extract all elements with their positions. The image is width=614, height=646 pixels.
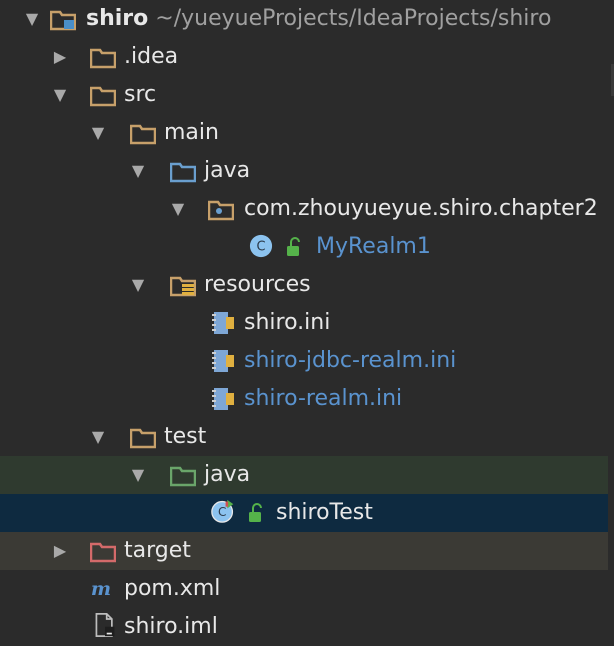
folder-icon — [90, 48, 116, 69]
test-source-folder-icon — [170, 466, 196, 487]
test-class-icon: C — [211, 499, 234, 523]
lock-open-icon — [249, 503, 262, 522]
svg-text:m: m — [91, 578, 111, 600]
myrealm-label: MyRealm1 — [316, 234, 431, 259]
ini-file-icon — [212, 388, 234, 410]
lock-open-icon — [287, 237, 300, 256]
test-label: test — [164, 424, 207, 449]
tree-row-shiro-jdbc-ini[interactable]: shiro-jdbc-realm.ini — [0, 342, 614, 380]
iml-file-icon — [95, 613, 115, 637]
tree-row-pom[interactable]: m pom.xml — [0, 570, 614, 608]
test-java-label: java — [204, 462, 251, 487]
package-label: com.zhouyueyue.shiro.chapter2 — [244, 196, 598, 221]
resources-folder-icon — [170, 276, 196, 297]
tree-row-shirotest[interactable]: C shiroTest — [0, 494, 614, 532]
tree-row-main[interactable]: ▼ main — [0, 114, 614, 152]
iml-label: shiro.iml — [124, 614, 218, 639]
ini-file-icon — [212, 350, 234, 372]
package-icon — [208, 200, 234, 221]
project-tree: ▼ shiro ~/yueyueProjects/IdeaProjects/sh… — [0, 0, 614, 646]
collapse-arrow-icon[interactable]: ▶ — [50, 38, 70, 76]
scrollbar-track[interactable] — [608, 0, 614, 646]
svg-text:C: C — [256, 240, 265, 255]
shiro-jdbc-ini-label: shiro-jdbc-realm.ini — [244, 348, 457, 373]
tree-row-test[interactable]: ▼ test — [0, 418, 614, 456]
expand-arrow-icon[interactable]: ▼ — [22, 0, 42, 38]
expand-arrow-icon[interactable]: ▼ — [168, 190, 188, 228]
tree-row-test-java[interactable]: ▼ java — [0, 456, 614, 494]
source-folder-icon — [170, 162, 196, 183]
class-icon: C — [249, 234, 273, 258]
expand-arrow-icon[interactable]: ▼ — [88, 418, 108, 456]
tree-row-package[interactable]: ▼ com.zhouyueyue.shiro.chapter2 — [0, 190, 614, 228]
maven-icon: m — [91, 578, 111, 600]
project-path: ~/yueyueProjects/IdeaProjects/shiro — [155, 6, 552, 31]
target-label: target — [124, 538, 191, 563]
collapse-arrow-icon[interactable]: ▶ — [50, 532, 70, 570]
pom-label: pom.xml — [124, 576, 221, 601]
tree-row-shiro-ini[interactable]: shiro.ini — [0, 304, 614, 342]
main-java-label: java — [204, 158, 251, 183]
expand-arrow-icon[interactable]: ▼ — [128, 266, 148, 304]
tree-row-resources[interactable]: ▼ resources — [0, 266, 614, 304]
tree-row-target[interactable]: ▶ target — [0, 532, 614, 570]
expand-arrow-icon[interactable]: ▼ — [128, 456, 148, 494]
tree-row-src[interactable]: ▼ src — [0, 76, 614, 114]
main-label: main — [164, 120, 219, 145]
tree-row-main-java[interactable]: ▼ java — [0, 152, 614, 190]
project-name: shiro — [86, 6, 149, 31]
src-label: src — [124, 82, 157, 107]
svg-text:C: C — [218, 505, 226, 519]
excluded-folder-icon — [90, 542, 116, 563]
expand-arrow-icon[interactable]: ▼ — [50, 76, 70, 114]
ini-file-icon — [212, 312, 234, 334]
folder-icon — [90, 86, 116, 107]
folder-icon — [130, 124, 156, 145]
idea-label: .idea — [124, 44, 179, 69]
expand-arrow-icon[interactable]: ▼ — [128, 152, 148, 190]
tree-row-myrealm1[interactable]: C MyRealm1 — [0, 228, 614, 266]
tree-row-shiro-realm-ini[interactable]: shiro-realm.ini — [0, 380, 614, 418]
shirotest-label: shiroTest — [276, 500, 373, 525]
expand-arrow-icon[interactable]: ▼ — [88, 114, 108, 152]
tree-row-shiro[interactable]: ▼ shiro ~/yueyueProjects/IdeaProjects/sh… — [0, 0, 614, 38]
folder-icon — [130, 428, 156, 449]
module-folder-icon — [50, 10, 76, 31]
tree-row-idea[interactable]: ▶ .idea — [0, 38, 614, 76]
tree-row-iml[interactable]: shiro.iml — [0, 608, 614, 646]
shiro-ini-label: shiro.ini — [244, 310, 331, 335]
resources-label: resources — [204, 272, 311, 297]
shiro-realm-ini-label: shiro-realm.ini — [244, 386, 403, 411]
